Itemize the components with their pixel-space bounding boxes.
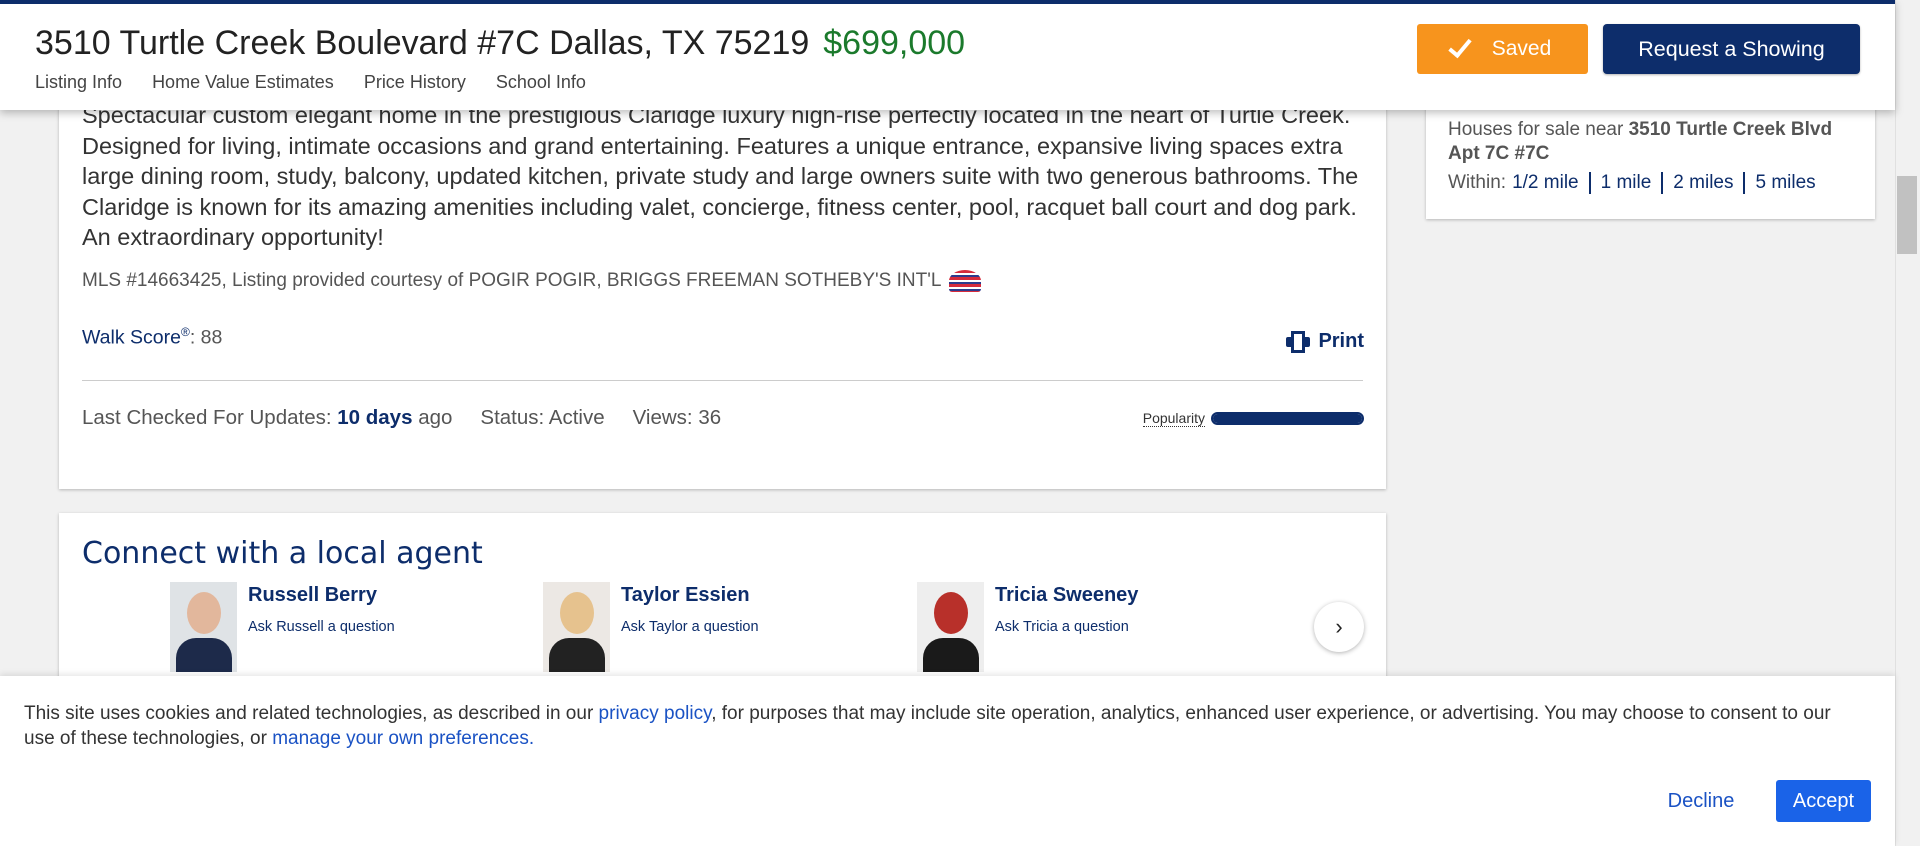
last-checked-suffix: ago	[418, 406, 453, 429]
printer-icon	[1286, 330, 1311, 353]
agents-next-button[interactable]: ›	[1314, 602, 1364, 652]
listing-header: 3510 Turtle Creek Boulevard #7C Dallas, …	[0, 0, 1895, 110]
agent-item[interactable]: Tricia Sweeney Ask Tricia a question	[917, 582, 1138, 672]
ask-agent-link[interactable]: Ask Taylor a question	[621, 619, 759, 635]
ask-agent-link[interactable]: Ask Tricia a question	[995, 619, 1138, 635]
radius-link[interactable]: 1/2 mile	[1506, 172, 1589, 194]
radius-link[interactable]: 2 miles	[1661, 172, 1743, 194]
saved-label: Saved	[1491, 37, 1552, 60]
listing-price: $699,000	[823, 24, 966, 62]
scrollbar-thumb[interactable]	[1897, 176, 1917, 254]
cookie-banner: This site uses cookies and related techn…	[0, 676, 1895, 846]
walk-score[interactable]: Walk Score®: 88	[82, 325, 222, 350]
last-checked-label: Last Checked For Updates:	[82, 406, 332, 429]
listing-description: Spectacular custom elegant home in the p…	[82, 102, 1359, 251]
agent-photo	[170, 582, 237, 672]
checkmark-icon	[1448, 33, 1472, 59]
tab-price-history[interactable]: Price History	[364, 72, 466, 93]
last-checked: Last Checked For Updates: 10 days ago	[82, 406, 452, 430]
manage-preferences-link[interactable]: manage your own preferences.	[272, 728, 534, 749]
print-label: Print	[1318, 330, 1364, 352]
decline-button[interactable]: Decline	[1641, 780, 1761, 822]
agent-photo	[543, 582, 610, 672]
request-showing-button[interactable]: Request a Showing	[1603, 24, 1860, 74]
chevron-right-icon: ›	[1335, 614, 1343, 639]
within-label: Within:	[1448, 172, 1507, 193]
agent-item[interactable]: Taylor Essien Ask Taylor a question	[543, 582, 759, 672]
listing-address: 3510 Turtle Creek Boulevard #7C Dallas, …	[35, 24, 810, 62]
agent-photo	[917, 582, 984, 672]
listing-status: Status: Active	[480, 406, 605, 429]
saved-button[interactable]: Saved	[1417, 24, 1588, 74]
popularity-meter: Popularity	[1142, 410, 1364, 427]
mls-text: MLS #14663425, Listing provided courtesy…	[82, 270, 942, 291]
radius-links: Within: 1/2 mile 1 mile 2 miles 5 miles	[1448, 172, 1826, 194]
listing-views: Views: 36	[632, 406, 722, 429]
popularity-bar-fill	[1213, 414, 1362, 423]
listing-meta-row: Last Checked For Updates: 10 days ago St…	[82, 406, 721, 430]
listing-tabs: Listing Info Home Value Estimates Price …	[35, 72, 586, 93]
mls-flag-icon	[949, 270, 982, 292]
popularity-label[interactable]: Popularity	[1142, 410, 1205, 427]
last-checked-value: 10 days	[337, 406, 413, 429]
cookie-text-1: This site uses cookies and related techn…	[24, 703, 599, 724]
listing-details-card: Spectacular custom elegant home in the p…	[59, 100, 1386, 489]
agent-item[interactable]: Russell Berry Ask Russell a question	[170, 582, 395, 672]
walk-score-registered-mark: ®	[180, 325, 190, 339]
nearby-houses-prefix: Houses for sale near	[1448, 119, 1624, 140]
radius-link[interactable]: 1 mile	[1588, 172, 1662, 194]
tab-listing-info[interactable]: Listing Info	[35, 72, 122, 93]
ask-agent-link[interactable]: Ask Russell a question	[248, 619, 395, 635]
agent-name[interactable]: Russell Berry	[248, 584, 395, 607]
print-button[interactable]: Print	[1286, 330, 1364, 353]
accept-button[interactable]: Accept	[1776, 780, 1871, 822]
divider	[82, 380, 1363, 381]
agent-name[interactable]: Taylor Essien	[621, 584, 759, 607]
radius-link[interactable]: 5 miles	[1743, 172, 1825, 194]
walk-score-label: Walk Score	[82, 326, 181, 349]
nearby-houses-text: Houses for sale near 3510 Turtle Creek B…	[1448, 118, 1858, 166]
agent-section-title: Connect with a local agent	[82, 536, 483, 571]
privacy-policy-link[interactable]: privacy policy	[599, 703, 712, 724]
tab-school-info[interactable]: School Info	[496, 72, 586, 93]
nearby-houses-card: Houses for sale near 3510 Turtle Creek B…	[1426, 100, 1875, 219]
mls-info: MLS #14663425, Listing provided courtesy…	[82, 270, 982, 292]
popularity-bar	[1211, 412, 1364, 425]
agent-name[interactable]: Tricia Sweeney	[995, 584, 1138, 607]
listing-title: 3510 Turtle Creek Boulevard #7C Dallas, …	[35, 24, 965, 63]
cookie-message: This site uses cookies and related techn…	[24, 701, 1864, 751]
walk-score-value: : 88	[189, 326, 223, 349]
tab-home-value-estimates[interactable]: Home Value Estimates	[152, 72, 334, 93]
scrollbar-track[interactable]	[1895, 0, 1920, 846]
